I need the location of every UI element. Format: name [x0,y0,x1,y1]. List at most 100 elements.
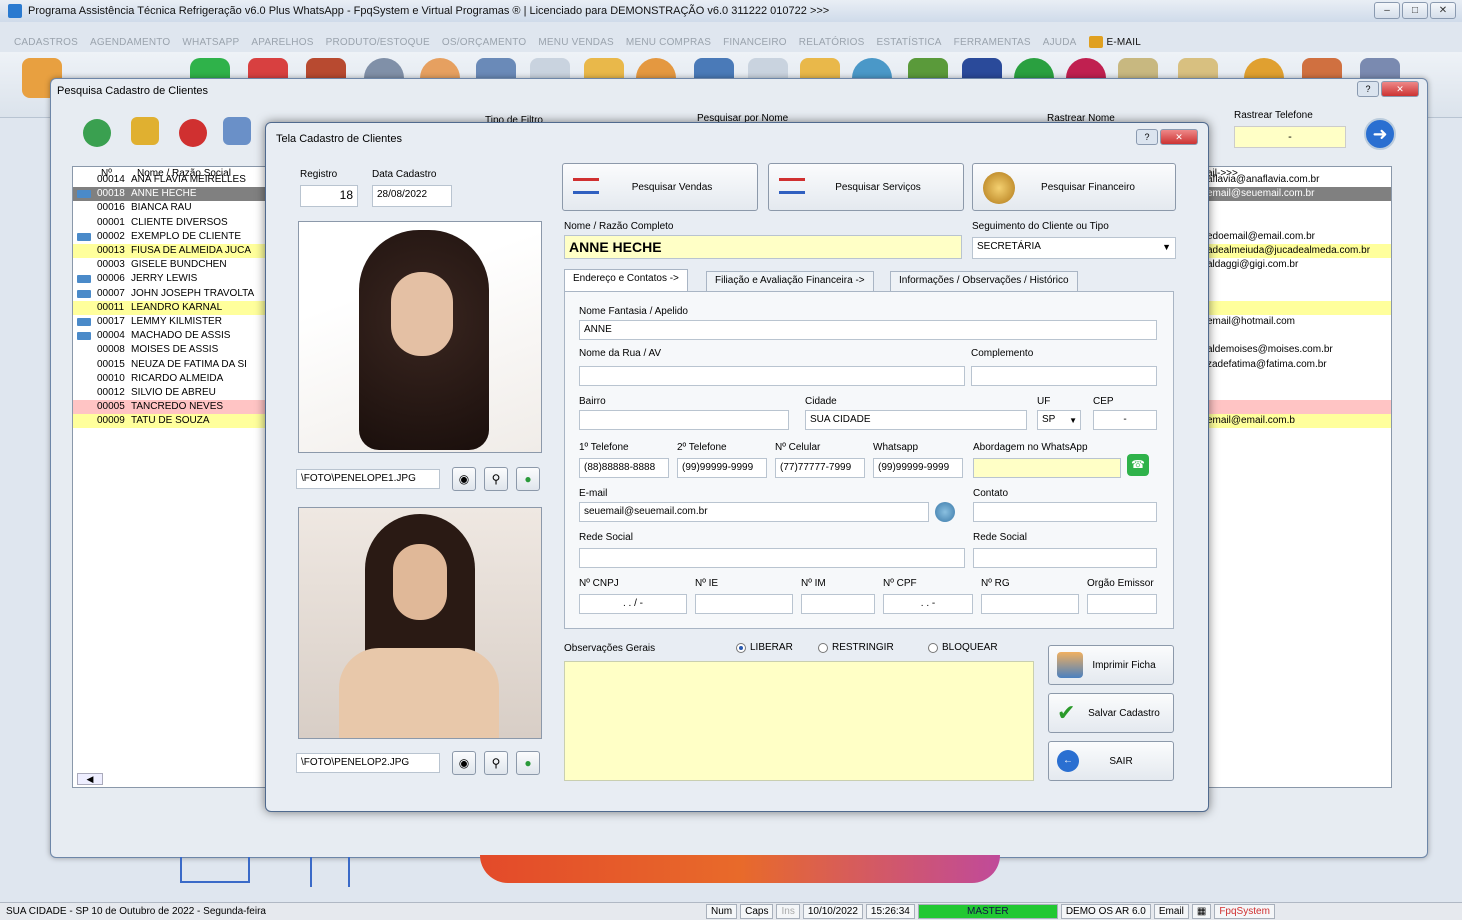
bairro-field[interactable] [579,410,789,430]
row-num: 00010 [97,372,125,384]
camera-icon[interactable]: ◉ [452,467,476,491]
search-services-button[interactable]: Pesquisar Serviços [768,163,964,211]
track-phone-input[interactable]: - [1234,126,1346,148]
status-email[interactable]: Email [1153,904,1189,919]
search-sales-button[interactable]: Pesquisar Vendas [562,163,758,211]
row-num: 00003 [97,259,125,271]
dialog-help-button[interactable]: ? [1136,129,1158,145]
radio-liberar[interactable]: LIBERAR [736,642,793,653]
uf-select[interactable]: SP ▼ [1037,410,1081,430]
nome-field[interactable]: ANNE HECHE [564,235,962,259]
services-icon [779,178,805,194]
contato-label: Contato [973,488,1009,499]
segmento-select[interactable]: SECRETÁRIA ▼ [972,237,1176,259]
fantasia-field[interactable]: ANNE [579,320,1157,340]
dialog-close-button[interactable]: ✕ [1160,129,1198,145]
delete-icon[interactable] [179,119,207,147]
mail-icon [77,275,91,284]
edit-icon[interactable] [131,117,159,145]
radio-restringir[interactable]: RESTRINGIR [818,642,894,653]
complemento-field[interactable] [971,366,1157,386]
rede-social1-field[interactable] [579,548,965,568]
print-icon[interactable] [223,117,251,145]
minimize-button[interactable]: – [1374,2,1400,19]
maximize-button[interactable]: □ [1402,2,1428,19]
menu-email[interactable]: E-MAIL [1088,36,1142,48]
rede-social2-field[interactable] [973,548,1157,568]
menu-cadastros[interactable]: CADASTROS [14,37,78,48]
row-num: 00009 [97,415,125,427]
client-form-dialog: Tela Cadastro de Clientes ? ✕ Registro 1… [265,122,1209,812]
exit-button[interactable]: ← SAIR [1048,741,1174,781]
address-contacts-panel: Nome Fantasia / Apelido ANNE Nome da Rua… [564,291,1174,629]
photo1-path-field[interactable]: \FOTO\PENELOPE1.JPG [296,469,440,489]
menu-financeiro[interactable]: FINANCEIRO [723,37,787,48]
cel-field[interactable]: (77)77777-7999 [775,458,865,478]
data-cadastro-field[interactable]: 28/08/2022 [372,185,452,207]
tab-filiacao[interactable]: Filiação e Avaliação Financeira -> [706,271,874,291]
row-num: 00018 [97,188,125,200]
load-photo-icon[interactable]: ● [516,467,540,491]
radio-bloquear[interactable]: BLOQUEAR [928,642,998,653]
zoom2-icon[interactable]: ⚲ [484,751,508,775]
cpf-field[interactable]: . . - [883,594,973,614]
camera2-icon[interactable]: ◉ [452,751,476,775]
close-button[interactable]: ✕ [1430,2,1456,19]
chevron-down-icon: ▼ [1162,242,1171,252]
search-close-button[interactable]: ✕ [1381,81,1419,97]
menu-whatsapp[interactable]: WHATSAPP [182,37,239,48]
cep-field[interactable]: - [1093,410,1157,430]
help-button[interactable]: ? [1357,81,1379,97]
save-button[interactable]: ✔ Salvar Cadastro [1048,693,1174,733]
window-title: Programa Assistência Técnica Refrigeraçã… [28,5,830,17]
tab-endereco[interactable]: Endereço e Contatos -> [564,269,688,291]
contato-field[interactable] [973,502,1157,522]
row-email: email@email.com.b [1207,415,1295,427]
menu-vendas[interactable]: MENU VENDAS [538,37,614,48]
fantasia-label: Nome Fantasia / Apelido [579,306,688,317]
orgao-field[interactable] [1087,594,1157,614]
whats-field[interactable]: (99)99999-9999 [873,458,963,478]
list-scroll-left[interactable]: ◀ [77,773,103,785]
tab-informacoes[interactable]: Informações / Observações / Histórico [890,271,1078,291]
whatsapp-send-icon[interactable]: ☎ [1127,454,1149,476]
row-num: 00008 [97,344,125,356]
menu-aparelhos[interactable]: APARELHOS [251,37,313,48]
search-finance-button[interactable]: Pesquisar Financeiro [972,163,1176,211]
rua-field[interactable] [579,366,965,386]
go-arrow-icon[interactable]: ➜ [1364,118,1396,150]
print-form-button[interactable]: Imprimir Ficha [1048,645,1174,685]
row-name: EXEMPLO DE CLIENTE [131,230,242,242]
menu-ajuda[interactable]: AJUDA [1043,37,1077,48]
menu-os-orcamento[interactable]: OS/ORÇAMENTO [442,37,526,48]
menu-compras[interactable]: MENU COMPRAS [626,37,711,48]
status-calc-icon[interactable]: ▦ [1191,904,1212,919]
email-field[interactable]: seuemail@seuemail.com.br [579,502,929,522]
menu-agendamento[interactable]: AGENDAMENTO [90,37,170,48]
observacoes-textarea[interactable] [564,661,1034,781]
menu-estatistica[interactable]: ESTATÍSTICA [877,37,942,48]
send-email-icon[interactable] [935,502,955,522]
status-master: MASTER [917,904,1058,919]
cidade-label: Cidade [805,396,837,407]
tel2-field[interactable]: (99)99999-9999 [677,458,767,478]
abordagem-field[interactable] [973,458,1121,478]
mail-icon [77,232,91,241]
zoom-icon[interactable]: ⚲ [484,467,508,491]
row-num: 00013 [97,245,125,256]
tel1-field[interactable]: (88)88888-8888 [579,458,669,478]
add-icon[interactable] [83,119,111,147]
menu-ferramentas[interactable]: FERRAMENTAS [954,37,1031,48]
im-field[interactable] [801,594,875,614]
menu-relatorios[interactable]: RELATÓRIOS [799,37,865,48]
cidade-field[interactable]: SUA CIDADE [805,410,1027,430]
cnpj-field[interactable]: . . / - [579,594,687,614]
registro-field[interactable]: 18 [300,185,358,207]
menu-produto-estoque[interactable]: PRODUTO/ESTOQUE [326,37,430,48]
bairro-label: Bairro [579,396,606,407]
load-photo2-icon[interactable]: ● [516,751,540,775]
ie-field[interactable] [695,594,793,614]
rg-field[interactable] [981,594,1079,614]
photo2-path-field[interactable]: \FOTO\PENELOP2.JPG [296,753,440,773]
rua-label: Nome da Rua / AV [579,348,662,359]
